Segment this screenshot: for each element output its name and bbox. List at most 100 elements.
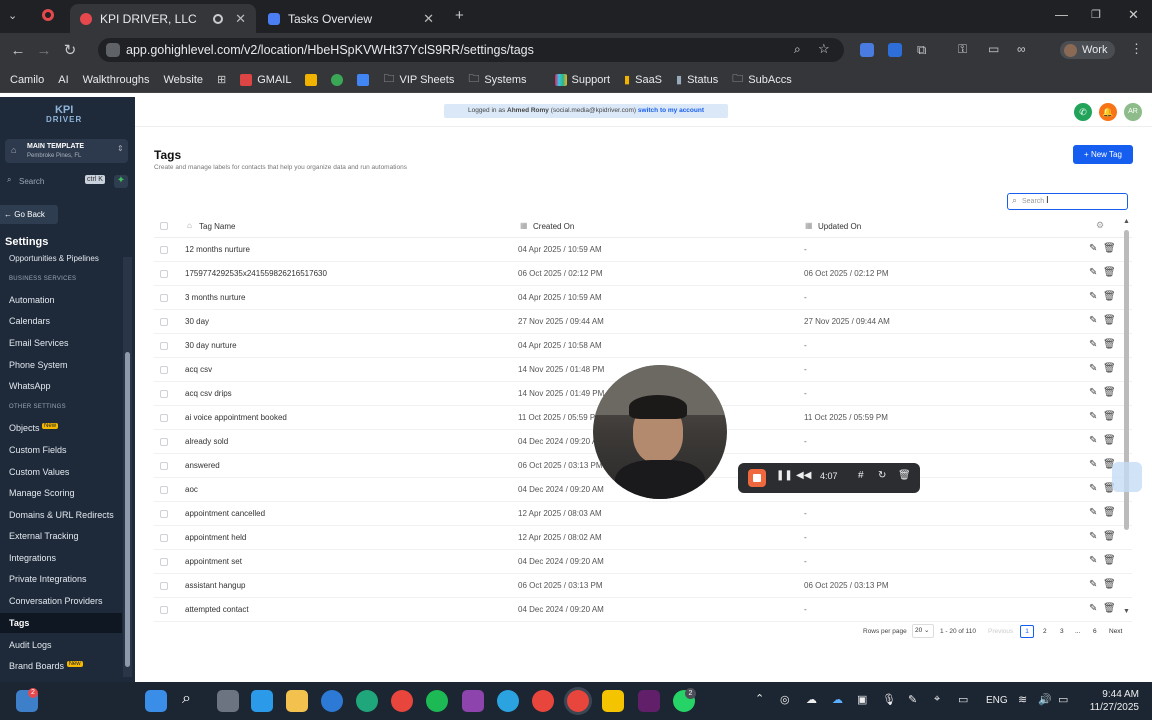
trash-icon[interactable]: 🗑 (1103, 267, 1116, 278)
recording-icon[interactable] (42, 9, 54, 21)
bookmark-walkthroughs[interactable]: Walkthroughs (83, 74, 150, 86)
tab-audio-icon[interactable] (213, 13, 224, 24)
pause-icon[interactable]: ❚❚ (776, 470, 793, 481)
edit-icon[interactable]: ✎ (1089, 315, 1097, 326)
extension-icon[interactable] (888, 43, 902, 57)
rows-per-page-select[interactable]: 20 ⌄ (912, 624, 934, 638)
tab-kpi-driver[interactable]: KPI DRIVER, LLC ✕ (70, 4, 256, 33)
table-row[interactable]: 12 months nurture 04 Apr 2025 / 10:59 AM -… (154, 238, 1132, 262)
bookmark-subaccs[interactable]: 🗀 SubAccs (732, 70, 791, 89)
bookmark-systems[interactable]: 🗀 Systems (468, 70, 526, 89)
bookmark-saas[interactable]: ▮ SaaS (624, 73, 662, 87)
tray-icon[interactable]: ◎ (780, 693, 790, 706)
edit-icon[interactable]: ✎ (1089, 411, 1097, 422)
clock[interactable]: 9:44 AM 11/27/2025 (1085, 688, 1139, 714)
previous-page-button[interactable]: Previous (988, 628, 1013, 635)
tab-tasks-overview[interactable]: Tasks Overview ✕ (258, 4, 444, 33)
sidebar-item-integrations[interactable]: Integrations (9, 553, 56, 563)
floating-widget-icon[interactable] (1112, 462, 1142, 492)
sidebar-item-opportunities[interactable]: Opportunities & Pipelines (9, 254, 99, 263)
row-checkbox[interactable] (160, 558, 168, 566)
page-button-2[interactable]: 2 (1043, 628, 1047, 635)
forward-icon[interactable]: → (31, 42, 57, 59)
table-row[interactable]: appointment held 12 Apr 2025 / 08:02 AM - ✎… (154, 526, 1132, 550)
rewind-icon[interactable]: ◀◀ (796, 470, 811, 481)
key-icon[interactable]: ⚿ (958, 42, 967, 57)
table-row[interactable]: appointment cancelled 12 Apr 2025 / 08:03… (154, 502, 1132, 526)
onedrive-icon[interactable]: ☁ (832, 693, 843, 706)
sidebar-item-manage-scoring[interactable]: Manage Scoring (9, 488, 75, 498)
grid-icon[interactable]: # (858, 470, 864, 481)
location-icon[interactable]: ⌖ (934, 693, 940, 706)
row-checkbox[interactable] (160, 582, 168, 590)
edit-icon[interactable]: ✎ (1089, 603, 1097, 614)
close-window-icon[interactable]: ✕ (1128, 7, 1139, 23)
row-checkbox[interactable] (160, 606, 168, 614)
microphone-icon[interactable]: 🎙 (882, 693, 896, 706)
menu-dots-icon[interactable]: ⋮ (1130, 41, 1143, 57)
sidebar-item-brand-boards[interactable]: Brand Boards New (9, 661, 83, 671)
edit-icon[interactable]: ✎ (1089, 243, 1097, 254)
sidebar-item-automation[interactable]: Automation (9, 295, 55, 305)
bookmark-gmail[interactable]: GMAIL (240, 73, 291, 86)
go-back-button[interactable]: ← Go Back (0, 205, 58, 224)
column-header-updated-on[interactable]: Updated On (818, 222, 861, 231)
row-checkbox[interactable] (160, 246, 168, 254)
trash-icon[interactable]: 🗑 (1103, 531, 1116, 542)
select-all-checkbox[interactable] (160, 222, 168, 230)
row-checkbox[interactable] (160, 462, 168, 470)
trash-icon[interactable]: 🗑 (1103, 243, 1116, 254)
calendar-icon[interactable] (357, 73, 370, 86)
edit-icon[interactable]: ✎ (1089, 579, 1097, 590)
stop-recording-button[interactable] (748, 469, 766, 487)
sticky-notes-icon[interactable] (602, 690, 624, 712)
column-header-tag-name[interactable]: Tag Name (199, 222, 235, 231)
tray-icon[interactable]: ▣ (857, 693, 867, 706)
bookmark-website[interactable]: Website (163, 74, 203, 86)
page-button-1[interactable]: 1 (1020, 625, 1034, 638)
bookmark-status[interactable]: ▮ Status (676, 73, 718, 87)
bookmark-support[interactable]: Support (554, 73, 610, 86)
sidebar-item-calendars[interactable]: Calendars (9, 316, 50, 326)
sidebar-scrollbar[interactable] (123, 257, 132, 677)
profile-button[interactable]: Work (1060, 41, 1116, 59)
row-checkbox[interactable] (160, 318, 168, 326)
trash-icon[interactable]: 🗑 (1103, 339, 1116, 350)
table-row[interactable]: assistant hangup 06 Oct 2025 / 03:13 PM 06… (154, 574, 1132, 598)
edge-icon[interactable] (356, 690, 378, 712)
battery-icon[interactable]: ▭ (1058, 693, 1068, 706)
slack-icon[interactable] (638, 690, 660, 712)
cloud-icon[interactable]: ☁ (806, 693, 817, 706)
taskbar-app-icon[interactable] (462, 690, 484, 712)
trash-icon[interactable]: 🗑 (1103, 315, 1116, 326)
chevron-up-icon[interactable]: ⌃ (755, 692, 764, 705)
row-checkbox[interactable] (160, 510, 168, 518)
scroll-down-icon[interactable]: ▼ (1123, 608, 1130, 615)
tab-menu-icon[interactable]: ⌄ (8, 9, 17, 22)
column-settings-icon[interactable]: ⚙ (1096, 220, 1104, 231)
extensions-puzzle-icon[interactable]: ⧉ (917, 42, 926, 58)
row-checkbox[interactable] (160, 534, 168, 542)
quick-action-icon[interactable]: ✦ (114, 175, 128, 188)
table-row[interactable]: 3 months nurture 04 Apr 2025 / 10:59 AM - ✎… (154, 286, 1132, 310)
table-row[interactable]: 30 day nurture 04 Apr 2025 / 10:58 AM - ✎ 🗑 (154, 334, 1132, 358)
trash-icon[interactable]: 🗑 (1103, 435, 1116, 446)
sidebar-item-tags[interactable]: Tags (9, 618, 29, 628)
new-tab-icon[interactable]: + (455, 7, 464, 24)
trash-icon[interactable]: 🗑 (1103, 291, 1116, 302)
minimize-icon[interactable]: — (1055, 7, 1068, 22)
reload-icon[interactable]: ↻ (57, 41, 83, 59)
sidebar-item-private-integrations[interactable]: Private Integrations (9, 574, 87, 584)
chrome-icon[interactable] (331, 73, 344, 86)
chrome-active-icon[interactable] (567, 690, 589, 712)
bookmark-ai[interactable]: AI (58, 74, 68, 86)
edit-icon[interactable]: ✎ (1089, 387, 1097, 398)
page-button-6[interactable]: 6 (1093, 628, 1097, 635)
windows-start-icon[interactable] (145, 690, 167, 712)
next-page-button[interactable]: Next (1109, 628, 1122, 635)
edit-icon[interactable]: ✎ (1089, 555, 1097, 566)
language-indicator[interactable]: ENG (986, 695, 1008, 706)
address-bar[interactable]: app.gohighlevel.com/v2/location/HbeHSpKV… (98, 38, 844, 62)
apps-grid-icon[interactable]: ⊞ (217, 73, 226, 86)
notification-bell-icon[interactable]: 🔔 (1099, 103, 1117, 121)
